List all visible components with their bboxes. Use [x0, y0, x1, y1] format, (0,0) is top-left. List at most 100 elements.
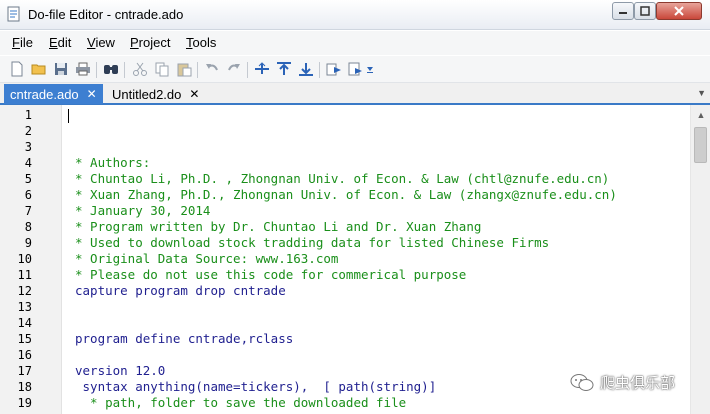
tab-untitled2[interactable]: Untitled2.do ✕ — [106, 84, 205, 104]
toolbar-separator — [247, 62, 248, 78]
toolbar-separator — [197, 62, 198, 78]
new-file-icon — [11, 61, 23, 77]
code-text: program define cntrade,rclass — [75, 331, 294, 346]
undo-button[interactable] — [203, 60, 221, 78]
redo-icon — [228, 64, 240, 71]
stata-doc-icon — [7, 6, 20, 22]
toolbar — [0, 56, 710, 83]
tab-close-button[interactable]: ✕ — [189, 87, 199, 101]
line-number: 17 — [17, 364, 32, 378]
code-line[interactable] — [62, 315, 690, 331]
shift-up-button[interactable] — [275, 60, 293, 78]
line-number: 19 — [17, 396, 32, 410]
code-line[interactable]: * Xuan Zhang, Ph.D., Zhongnan Univ. of E… — [62, 187, 690, 203]
toolbar-dropdown-button[interactable] — [365, 60, 375, 78]
code-text: * Original Data Source: www.163.com — [75, 251, 339, 266]
paste-button[interactable] — [175, 60, 193, 78]
line-number: 10 — [17, 252, 32, 266]
indent-icon — [255, 62, 269, 74]
code-line[interactable]: * Program written by Dr. Chuntao Li and … — [62, 219, 690, 235]
print-button[interactable] — [74, 60, 92, 78]
tab-list-dropdown-icon[interactable]: ▼ — [697, 88, 706, 98]
close-window-button[interactable] — [656, 2, 702, 20]
code-editor[interactable]: 1 2 3 4 * Authors: 5 * Chuntao Li, Ph.D. , Zho… — [0, 105, 710, 414]
cut-button[interactable] — [131, 60, 149, 78]
menu-edit[interactable]: Edit — [49, 35, 71, 50]
code-line[interactable]: program define cntrade,rclass — [62, 331, 690, 347]
save-button[interactable] — [52, 60, 70, 78]
line-number: 12 — [17, 284, 32, 298]
execute-icon — [348, 62, 362, 76]
run-icon — [326, 63, 341, 76]
tab-label: Untitled2.do — [112, 86, 182, 102]
run-button[interactable] — [325, 60, 343, 78]
code-line[interactable]: * Chuntao Li, Ph.D. , Zhongnan Univ. of … — [62, 171, 690, 187]
new-file-button[interactable] — [8, 60, 26, 78]
wechat-logo-icon — [570, 373, 594, 391]
open-button[interactable] — [30, 60, 48, 78]
cut-icon — [133, 62, 147, 76]
code-text: * Please do not use this code for commer… — [75, 267, 467, 282]
line-number: 1 — [24, 108, 32, 122]
code-line[interactable] — [62, 139, 690, 155]
line-number: 16 — [17, 348, 32, 362]
maximize-icon — [640, 6, 650, 16]
code-line[interactable]: * Original Data Source: www.163.com — [62, 251, 690, 267]
maximize-button[interactable] — [634, 2, 656, 20]
save-icon — [55, 63, 67, 75]
code-text: * Program written by Dr. Chuntao Li and … — [75, 219, 482, 234]
code-text: capture program drop cntrade — [75, 283, 286, 298]
toolbar-separator — [124, 62, 125, 78]
menu-tools[interactable]: Tools — [186, 35, 216, 50]
scrollbar-thumb[interactable] — [694, 127, 707, 163]
tab-bar: cntrade.ado ✕ Untitled2.do ✕ ▼ — [0, 83, 710, 105]
shift-up-icon — [277, 62, 291, 75]
minimize-button[interactable] — [612, 2, 634, 20]
scroll-up-icon[interactable]: ▲ — [694, 108, 708, 122]
line-number: 6 — [24, 188, 32, 202]
code-line[interactable] — [62, 107, 690, 123]
code-line[interactable]: * Please do not use this code for commer… — [62, 267, 690, 283]
code-line[interactable] — [62, 347, 690, 363]
redo-button[interactable] — [225, 60, 243, 78]
code-text: * Xuan Zhang, Ph.D., Zhongnan Univ. of E… — [75, 187, 617, 202]
menu-bar: File Edit View Project Tools — [0, 31, 710, 55]
code-text: * Used to download stock tradding data f… — [75, 235, 550, 250]
open-folder-icon — [31, 64, 46, 75]
line-number: 5 — [24, 172, 32, 186]
tab-label: cntrade.ado — [10, 86, 79, 102]
paste-icon — [177, 63, 192, 77]
watermark-text: 爬虫俱乐部 — [600, 374, 676, 392]
code-line[interactable]: * Used to download stock tradding data f… — [62, 235, 690, 251]
minimize-icon — [619, 12, 627, 14]
code-text: * Authors: — [75, 155, 151, 170]
find-button[interactable] — [102, 60, 120, 78]
shift-down-icon — [299, 63, 313, 76]
line-number: 11 — [17, 268, 32, 282]
code-line[interactable]: * January 30, 2014 — [62, 203, 690, 219]
line-number: 4 — [24, 156, 32, 170]
watermark: 爬虫俱乐部 — [570, 372, 675, 393]
copy-icon — [155, 62, 169, 77]
menu-file[interactable]: File — [12, 35, 33, 50]
code-line[interactable] — [62, 299, 690, 315]
code-line[interactable]: * path, folder to save the downloaded fi… — [62, 395, 690, 411]
code-line[interactable]: * Authors: — [62, 155, 690, 171]
indent-button[interactable] — [253, 60, 271, 78]
vertical-scrollbar[interactable]: ▲ — [690, 105, 710, 414]
line-number: 18 — [17, 380, 32, 394]
menu-project[interactable]: Project — [130, 35, 170, 50]
window-title: Do-file Editor - cntrade.ado — [28, 7, 184, 22]
text-cursor — [68, 109, 69, 123]
tab-cntrade[interactable]: cntrade.ado ✕ — [4, 84, 103, 104]
menu-view[interactable]: View — [87, 35, 115, 50]
code-line[interactable]: capture program drop cntrade — [62, 283, 690, 299]
copy-button[interactable] — [153, 60, 171, 78]
execute-button[interactable] — [347, 60, 365, 78]
print-icon — [76, 62, 90, 76]
toolbar-dropdown-icon — [367, 67, 373, 73]
shift-down-button[interactable] — [297, 60, 315, 78]
tab-close-button[interactable]: ✕ — [87, 87, 97, 101]
code-line[interactable] — [62, 123, 690, 139]
code-text: * January 30, 2014 — [75, 203, 211, 218]
